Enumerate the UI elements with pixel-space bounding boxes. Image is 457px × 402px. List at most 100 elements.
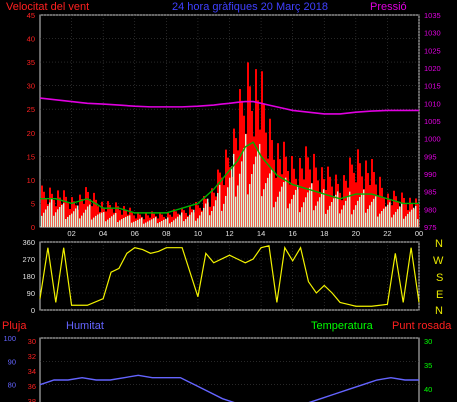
- avg-wind-bar: [125, 216, 127, 227]
- dewpoint-label: Punt rosada: [392, 320, 452, 332]
- avg-wind-bar: [399, 206, 401, 227]
- avg-wind-bar: [315, 205, 317, 227]
- avg-wind-bar: [121, 219, 123, 227]
- rain-tick: 30: [28, 337, 36, 346]
- avg-wind-bar: [73, 211, 75, 227]
- avg-wind-bar: [115, 212, 117, 227]
- avg-wind-bar: [133, 221, 135, 227]
- avg-wind-bar: [45, 209, 47, 227]
- avg-wind-bar: [203, 207, 205, 227]
- avg-wind-bar: [137, 219, 139, 227]
- avg-wind-bar: [275, 201, 277, 227]
- direction-tick: 360: [22, 238, 35, 247]
- avg-wind-bar: [261, 196, 263, 227]
- avg-wind-bar: [253, 164, 255, 227]
- avg-wind-bar: [349, 191, 351, 227]
- avg-wind-bar: [415, 205, 417, 227]
- rain-label: Pluja: [2, 320, 27, 332]
- avg-wind-bar: [201, 211, 203, 227]
- avg-wind-bar: [251, 174, 253, 227]
- avg-wind-bar: [213, 206, 215, 227]
- avg-wind-bar: [335, 194, 337, 227]
- avg-wind-bar: [373, 198, 375, 227]
- avg-wind-bar: [409, 211, 411, 227]
- pressure-tick: 975: [424, 223, 437, 232]
- pressure-tick: 1010: [424, 99, 441, 108]
- pressure-tick: 1005: [424, 117, 441, 126]
- time-tick: 10: [194, 229, 202, 238]
- avg-wind-bar: [387, 204, 389, 227]
- avg-wind-bar: [183, 221, 185, 227]
- avg-wind-bar: [163, 219, 165, 227]
- wind-speed-tick: 35: [27, 58, 35, 67]
- avg-wind-bar: [157, 223, 159, 227]
- avg-wind-bar: [369, 205, 371, 227]
- avg-wind-bar: [287, 208, 289, 227]
- avg-wind-bar: [193, 209, 195, 227]
- avg-wind-bar: [295, 189, 297, 227]
- avg-wind-bar: [293, 194, 295, 227]
- avg-wind-bar: [357, 200, 359, 227]
- avg-wind-bar: [99, 213, 101, 227]
- wind-speed-tick: 45: [27, 11, 35, 20]
- avg-wind-bar: [229, 177, 231, 227]
- avg-wind-bar: [85, 209, 87, 227]
- avg-wind-bar: [43, 212, 45, 227]
- avg-wind-bar: [267, 177, 269, 227]
- avg-wind-bar: [169, 223, 171, 227]
- avg-wind-bar: [199, 215, 201, 227]
- avg-wind-bar: [391, 217, 393, 227]
- wind-speed-tick: 15: [27, 152, 35, 161]
- avg-wind-bar: [405, 216, 407, 227]
- avg-wind-bar: [71, 213, 73, 227]
- avg-wind-bar: [319, 197, 321, 227]
- avg-wind-bar: [127, 216, 129, 227]
- avg-wind-bar: [147, 221, 149, 227]
- avg-wind-bar: [119, 220, 121, 227]
- avg-wind-bar: [93, 217, 95, 227]
- avg-wind-bar: [393, 214, 395, 227]
- avg-wind-bar: [191, 212, 193, 227]
- avg-wind-bar: [159, 222, 161, 227]
- avg-wind-bar: [323, 189, 325, 227]
- avg-wind-bar: [289, 203, 291, 227]
- avg-wind-bar: [69, 215, 71, 227]
- time-tick: 14: [257, 229, 265, 238]
- avg-wind-bar: [221, 210, 223, 227]
- pressure-tick: 985: [424, 188, 437, 197]
- avg-wind-bar: [301, 207, 303, 227]
- rain-tick: 34: [28, 367, 36, 376]
- avg-wind-bar: [101, 212, 103, 227]
- direction-tick: 270: [22, 255, 35, 264]
- avg-wind-bar: [285, 177, 287, 227]
- avg-wind-bar: [173, 220, 175, 227]
- rain-tick: 38: [28, 397, 36, 402]
- wind-speed-tick: 0: [31, 223, 35, 232]
- avg-wind-bar: [97, 214, 99, 227]
- pressure-tick: 1030: [424, 29, 441, 38]
- avg-wind-bar: [297, 184, 299, 227]
- avg-wind-bar: [411, 209, 413, 227]
- compass-n-bottom: N: [435, 305, 443, 317]
- avg-wind-bar: [81, 215, 83, 227]
- avg-wind-bar: [179, 214, 181, 227]
- avg-wind-bar: [181, 212, 183, 227]
- avg-wind-bar: [355, 205, 357, 227]
- avg-wind-bar: [223, 203, 225, 227]
- avg-wind-bar: [171, 221, 173, 227]
- avg-wind-bar: [303, 202, 305, 227]
- avg-wind-bar: [149, 220, 151, 227]
- avg-wind-bar: [257, 149, 259, 227]
- avg-wind-bar: [167, 217, 169, 227]
- avg-wind-bar: [237, 185, 239, 227]
- avg-wind-bar: [59, 207, 61, 227]
- avg-wind-bar: [325, 213, 327, 227]
- avg-wind-bar: [105, 221, 107, 227]
- avg-wind-bar: [139, 218, 141, 227]
- avg-wind-bar: [49, 202, 51, 227]
- avg-wind-bar: [103, 212, 105, 227]
- avg-wind-bar: [337, 191, 339, 227]
- avg-wind-bar: [131, 222, 133, 227]
- direction-tick: 90: [27, 289, 35, 298]
- avg-wind-bar: [111, 216, 113, 227]
